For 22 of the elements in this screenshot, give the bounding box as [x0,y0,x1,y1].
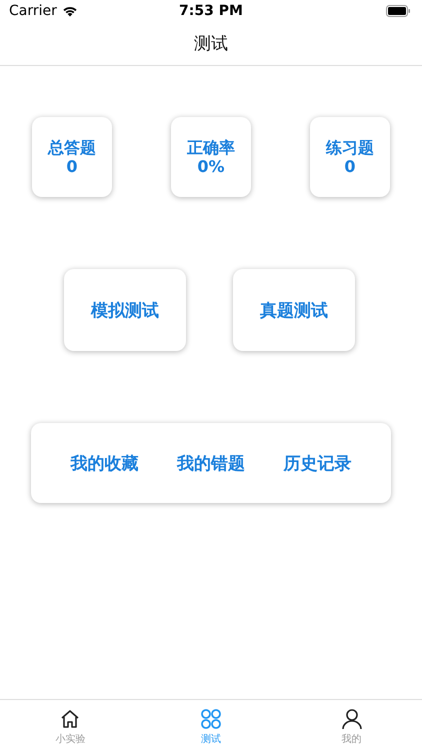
person-icon [340,708,363,730]
wifi-icon [62,5,78,17]
home-icon [59,708,82,730]
stat-value: 0% [197,157,225,176]
page-title: 测试 [194,33,228,55]
shortcut-link[interactable]: 我的收藏 [70,452,138,474]
tab-item[interactable]: 测试 [140,700,282,750]
shortcut-link[interactable]: 历史记录 [284,452,352,474]
carrier-label: Carrier [9,3,57,19]
battery-icon [386,5,410,17]
tab-item[interactable]: 我的 [281,700,422,750]
tab-item[interactable]: 小实验 [0,700,141,750]
test-mode-button[interactable]: 真题测试 [233,269,355,351]
stat-value: 0 [66,157,78,176]
stat-value: 0 [344,157,356,176]
shortcut-link[interactable]: 我的错题 [176,452,245,474]
test-mode-button[interactable]: 模拟测试 [64,269,186,351]
stat-label: 总答题 [48,138,96,157]
grid-icon [200,708,222,730]
clock-time: 7:53 PM [179,3,243,19]
stat-label: 练习题 [326,138,374,157]
stat-label: 正确率 [187,138,235,157]
